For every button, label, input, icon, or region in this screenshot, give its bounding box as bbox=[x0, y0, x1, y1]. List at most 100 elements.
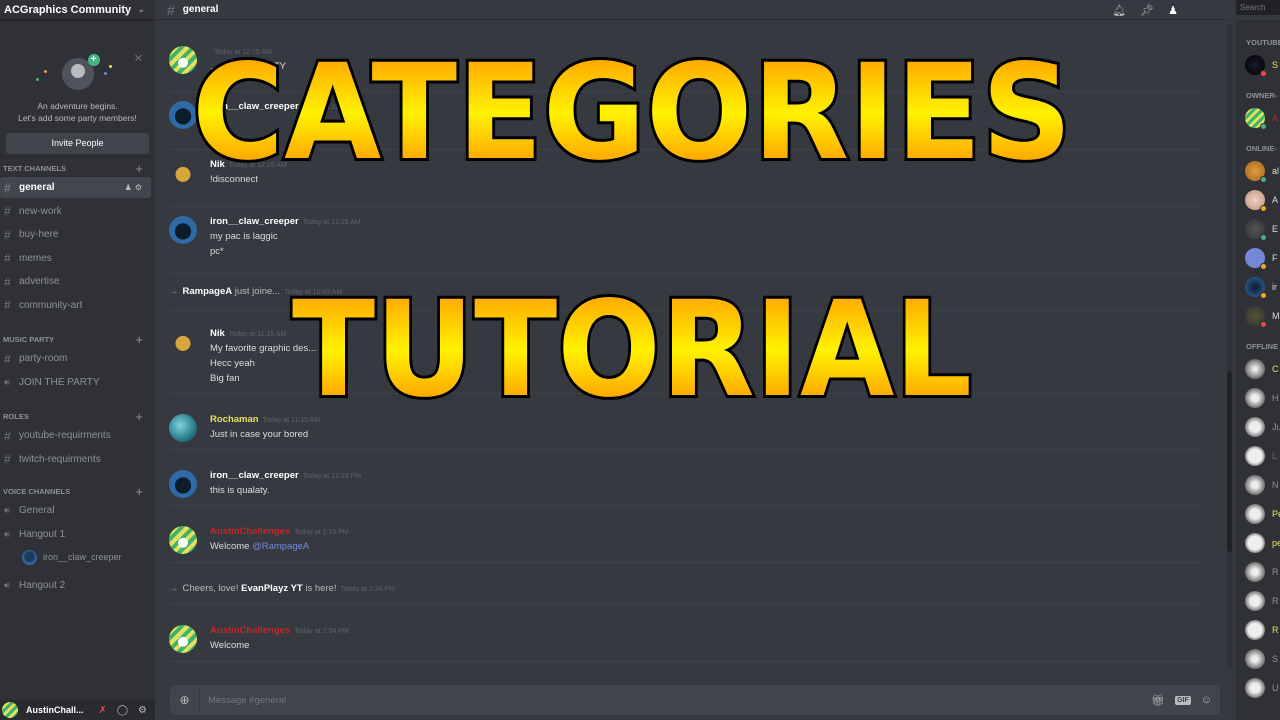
add-channel-icon[interactable]: + bbox=[135, 484, 143, 499]
system-user[interactable]: RampageA bbox=[183, 286, 233, 297]
member-item[interactable]: R bbox=[1245, 557, 1280, 586]
member-item[interactable]: al bbox=[1245, 156, 1280, 185]
message-input[interactable] bbox=[200, 694, 1152, 706]
message: Rochaman Today at 11:15 AM Just in case yo… bbox=[169, 412, 1210, 442]
member-item[interactable]: pe bbox=[1245, 528, 1280, 557]
avatar[interactable] bbox=[2, 702, 18, 718]
channel-party-room[interactable]: # party-room bbox=[0, 348, 151, 369]
message-author[interactable]: Rochaman bbox=[210, 414, 259, 425]
channel-advertise[interactable]: # advertise bbox=[0, 271, 151, 292]
message-text-content: my pac is laggic bbox=[210, 231, 278, 242]
channel-general[interactable]: # general ♟⚙ bbox=[0, 177, 151, 198]
message-author[interactable]: iron__claw_creeper bbox=[210, 101, 299, 112]
channel-new-work[interactable]: # new-work bbox=[0, 201, 151, 222]
member-item[interactable]: U bbox=[1245, 673, 1280, 702]
category-header[interactable]: VOICE CHANNELS + bbox=[0, 484, 155, 499]
category-header[interactable]: ROLES + bbox=[0, 409, 155, 424]
member-item[interactable]: C bbox=[1245, 354, 1280, 383]
member-item[interactable]: R bbox=[1245, 586, 1280, 615]
member-item[interactable]: A bbox=[1245, 185, 1280, 214]
category-header[interactable]: MUSIC PARTY + bbox=[0, 332, 155, 347]
close-icon[interactable]: ✕ bbox=[134, 52, 143, 65]
member-item[interactable]: F bbox=[1245, 243, 1280, 272]
message-author[interactable]: AustinChallenges bbox=[210, 526, 290, 537]
message-text-content: Big fan bbox=[210, 373, 240, 384]
member-item[interactable]: A bbox=[1245, 103, 1280, 132]
avatar[interactable] bbox=[169, 46, 197, 74]
search-input[interactable] bbox=[1236, 0, 1280, 15]
avatar[interactable] bbox=[169, 470, 197, 498]
channel-hangout-2[interactable]: 🔊︎ Hangout 2 bbox=[0, 575, 151, 596]
gear-icon[interactable]: ⚙ bbox=[135, 183, 145, 192]
scrollbar-thumb[interactable] bbox=[1227, 372, 1232, 552]
message-author[interactable]: Nik bbox=[210, 328, 225, 339]
channel-join-the-party[interactable]: 🔊︎ JOIN THE PARTY bbox=[0, 372, 151, 393]
pin-icon[interactable]: 📌︎ bbox=[1140, 4, 1154, 17]
channel-name: General bbox=[19, 505, 55, 516]
scrollbar[interactable] bbox=[1227, 24, 1232, 668]
message-author[interactable]: iron__claw_creeper bbox=[210, 216, 299, 227]
member-item[interactable]: H bbox=[1245, 383, 1280, 412]
member-item[interactable]: Pe bbox=[1245, 499, 1280, 528]
channel-youtube-requirments[interactable]: # youtube-requirments bbox=[0, 425, 151, 446]
avatar bbox=[1245, 503, 1265, 524]
member-item[interactable]: S bbox=[1245, 50, 1280, 79]
avatar[interactable] bbox=[169, 414, 197, 442]
message-timestamp: Today at 2:34 PM bbox=[294, 628, 349, 635]
avatar[interactable] bbox=[169, 159, 197, 187]
invite-people-button[interactable]: Invite People bbox=[6, 133, 149, 154]
message-body: Nik Today at 12:15 AM !disconnect bbox=[210, 157, 1210, 187]
channel-hangout-1[interactable]: 🔊︎ Hangout 1 bbox=[0, 524, 151, 545]
message-author[interactable]: Nik bbox=[210, 159, 225, 170]
add-channel-icon[interactable]: + bbox=[135, 409, 143, 424]
channel-title: general bbox=[182, 4, 219, 15]
channel-community-art[interactable]: # community-art bbox=[0, 295, 151, 316]
gear-icon[interactable]: ⚙ bbox=[138, 705, 147, 716]
avatar[interactable] bbox=[169, 328, 197, 356]
channel-name: party-room bbox=[19, 353, 68, 364]
add-attachment-icon[interactable]: ⊕ bbox=[170, 689, 200, 711]
gift-icon[interactable]: 🎁︎ bbox=[1151, 694, 1165, 707]
voice-user[interactable]: iron__claw_creeper bbox=[0, 547, 155, 567]
member-item[interactable]: ir bbox=[1245, 272, 1280, 301]
member-item[interactable]: L bbox=[1245, 441, 1280, 470]
channel-general[interactable]: 🔊︎ General bbox=[0, 500, 151, 521]
member-item[interactable]: E bbox=[1245, 214, 1280, 243]
message-divider bbox=[169, 149, 1200, 150]
message: Nik Today at 12:15 AM !disconnect bbox=[169, 157, 1210, 187]
avatar[interactable] bbox=[169, 526, 197, 554]
member-item[interactable]: Ju bbox=[1245, 412, 1280, 441]
category-header[interactable]: TEXT CHANNELS + bbox=[0, 161, 155, 176]
members-icon[interactable]: ♟ bbox=[1168, 4, 1178, 17]
add-channel-icon[interactable]: + bbox=[135, 161, 143, 176]
message-author[interactable]: AustinChallenges bbox=[210, 625, 290, 636]
avatar[interactable] bbox=[169, 216, 197, 244]
invite-icon[interactable]: ♟ bbox=[125, 183, 135, 192]
message-timestamp: Today at 10:43 AM bbox=[284, 289, 343, 296]
member-item[interactable]: R bbox=[1245, 615, 1280, 644]
member-item[interactable]: N bbox=[1245, 470, 1280, 499]
chevron-down-icon[interactable]: ⌄ bbox=[137, 4, 145, 15]
member-name: M bbox=[1272, 310, 1280, 321]
gif-icon[interactable]: GIF bbox=[1175, 695, 1191, 705]
category-name: VOICE CHANNELS bbox=[3, 486, 71, 496]
user-mention[interactable]: @RampageA bbox=[252, 541, 309, 552]
guild-header[interactable]: ACGraphics Community ⌄ bbox=[0, 0, 155, 20]
avatar[interactable] bbox=[169, 101, 197, 129]
channel-twitch-requirments[interactable]: # twitch-requirments bbox=[0, 449, 151, 470]
member-item[interactable]: S bbox=[1245, 644, 1280, 673]
username: AustinChall... bbox=[26, 705, 84, 715]
user-panel: AustinChall... ✗ ◯ ⚙ bbox=[0, 700, 155, 720]
mute-icon[interactable]: ✗ bbox=[98, 705, 106, 716]
system-user[interactable]: EvanPlayz YT bbox=[241, 583, 303, 594]
channel-buy-here[interactable]: # buy-here bbox=[0, 224, 151, 245]
avatar[interactable] bbox=[169, 625, 197, 653]
emoji-icon[interactable]: ☺ bbox=[1201, 694, 1212, 706]
bell-icon[interactable]: 🔔︎ bbox=[1112, 4, 1126, 17]
channel-memes[interactable]: # memes bbox=[0, 248, 151, 269]
add-channel-icon[interactable]: + bbox=[135, 332, 143, 347]
member-name: A bbox=[1272, 112, 1279, 123]
message-author[interactable]: iron__claw_creeper bbox=[210, 470, 299, 481]
member-item[interactable]: M bbox=[1245, 301, 1280, 330]
headphones-icon[interactable]: ◯ bbox=[117, 705, 128, 716]
